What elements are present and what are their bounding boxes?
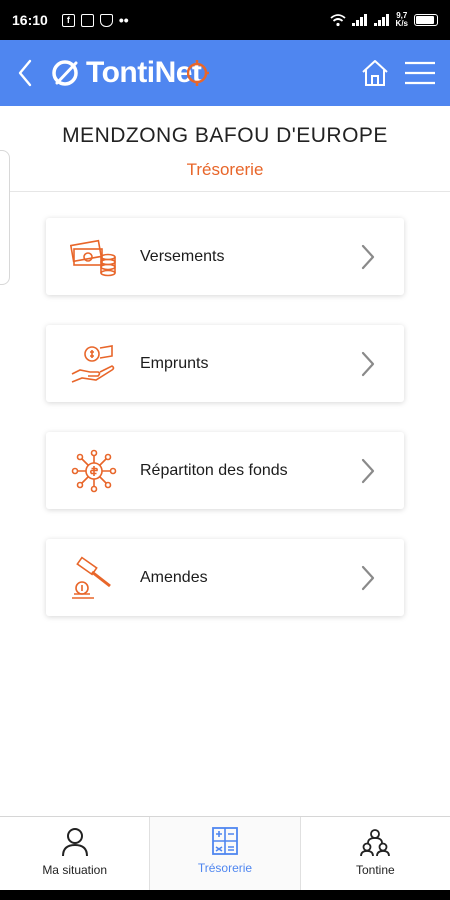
logo-compass-icon — [52, 60, 78, 86]
menu-item-label: Versements — [140, 247, 225, 265]
page-header: MENDZONG BAFOU D'EUROPE Trésorerie — [0, 106, 450, 192]
nav-ma-situation[interactable]: Ma situation — [0, 817, 151, 890]
menu-icon[interactable] — [404, 60, 436, 86]
menu-item-label: Amendes — [140, 568, 208, 586]
system-nav-bar — [0, 890, 450, 900]
nav-tontine[interactable]: Tontine — [301, 817, 450, 890]
page-title: Trésorerie — [186, 160, 264, 179]
chevron-right-icon — [361, 351, 375, 376]
status-left: 16:10 f •• — [12, 12, 129, 28]
calculator-icon — [212, 827, 238, 855]
wifi-icon — [329, 14, 346, 27]
gavel-coin-icon — [70, 555, 118, 601]
chevron-right-icon — [361, 458, 375, 483]
fund-distribution-icon — [70, 448, 118, 494]
app-logo: TontiNet — [50, 40, 210, 106]
nav-label: Tontine — [355, 863, 395, 877]
chevron-right-icon — [361, 565, 375, 590]
net-speed-unit: K/s — [395, 19, 408, 28]
facebook-icon: f — [61, 13, 75, 27]
status-time: 16:10 — [12, 12, 48, 28]
signal-icon — [351, 14, 367, 26]
menu-list: Versements Emprunts Répartiton des fonds… — [46, 218, 404, 646]
menu-item-label: Emprunts — [140, 354, 209, 372]
more-notifications-icon: •• — [118, 12, 129, 28]
group-icon — [360, 829, 391, 857]
bottom-nav: Ma situation Trésorerie Tontine — [0, 816, 450, 890]
hand-money-icon — [70, 341, 118, 387]
home-icon[interactable] — [360, 58, 390, 88]
menu-item-versements[interactable]: Versements — [46, 218, 404, 295]
battery-icon — [414, 14, 438, 26]
menu-item-label: Répartiton des fonds — [140, 461, 288, 479]
back-button[interactable] — [0, 40, 50, 106]
menu-item-repartition[interactable]: Répartiton des fonds — [46, 432, 404, 509]
nav-label: Trésorerie — [197, 861, 253, 875]
signal-icon-2 — [373, 14, 389, 26]
status-right: 9,7 K/s — [329, 12, 438, 28]
menu-item-emprunts[interactable]: Emprunts — [46, 325, 404, 402]
side-drawer-handle[interactable] — [0, 150, 10, 285]
cash-coins-icon — [70, 234, 118, 280]
menu-item-amendes[interactable]: Amendes — [46, 539, 404, 616]
user-icon — [61, 828, 88, 857]
chevron-right-icon — [361, 244, 375, 269]
nav-tresorerie[interactable]: Trésorerie — [150, 817, 301, 890]
logo-target-icon — [187, 60, 210, 86]
gallery-icon — [80, 13, 94, 27]
nav-label: Ma situation — [42, 863, 108, 877]
chevron-left-icon — [18, 59, 32, 87]
shield-icon — [99, 13, 113, 27]
app-name: TontiNet — [86, 56, 202, 89]
header-actions — [360, 58, 450, 88]
status-bar: 16:10 f •• 9,7 K/s — [0, 0, 450, 40]
net-speed: 9,7 K/s — [396, 12, 408, 28]
app-header: TontiNet — [0, 40, 450, 106]
org-name: MENDZONG BAFOU D'EUROPE — [62, 124, 388, 147]
